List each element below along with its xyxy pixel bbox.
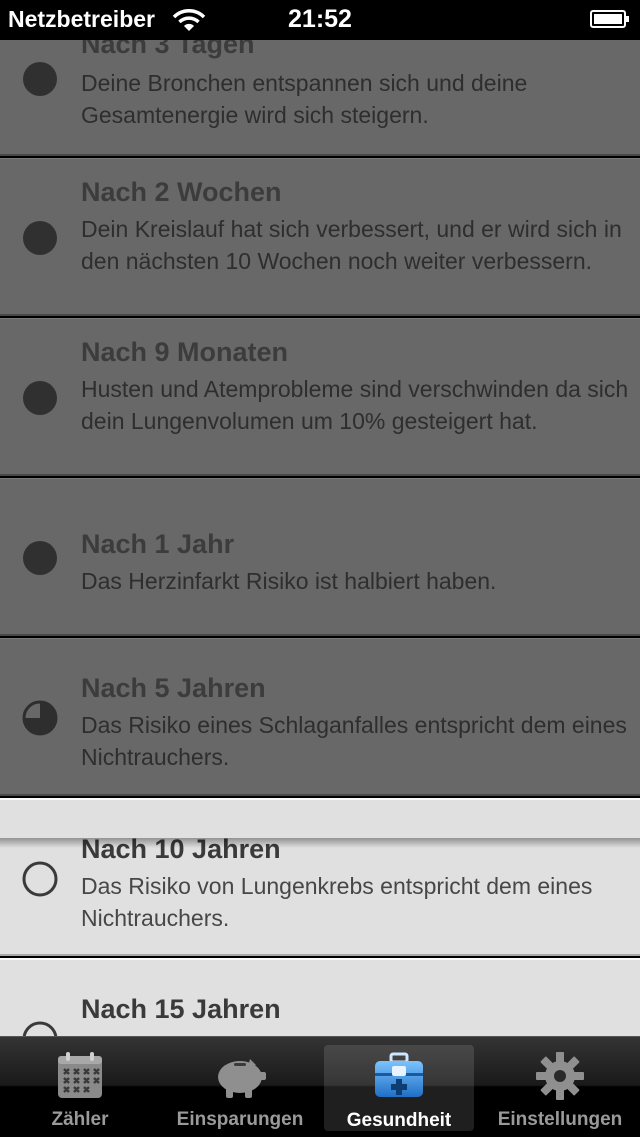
tab-einsparungen[interactable]: Einsparungen xyxy=(165,1037,315,1137)
piggy-bank-icon xyxy=(218,1059,266,1098)
tab-label: Gesundheit xyxy=(346,1110,452,1131)
tab-label: Einsparungen xyxy=(176,1109,304,1130)
milestone-description: Deine Bronchen entspannen sich und deine… xyxy=(81,70,528,128)
milestone-row[interactable]: Nach 9 Monaten Husten und Atemprobleme s… xyxy=(0,318,640,476)
status-dot-icon xyxy=(23,221,57,255)
status-time: 21:52 xyxy=(288,5,352,33)
milestone-title: Nach 5 Jahren xyxy=(81,673,266,703)
milestone-description: Husten und Atemprobleme sind verschwinde… xyxy=(81,376,629,434)
milestone-description: Das Herzinfarkt Risiko ist halbiert habe… xyxy=(81,568,497,594)
tab-label: Einstellungen xyxy=(497,1109,623,1130)
calendar-icon xyxy=(58,1052,102,1098)
empty-circle-icon xyxy=(22,1021,58,1036)
progress-pie-icon xyxy=(22,700,58,736)
milestone-title: Nach 9 Monaten xyxy=(81,337,289,367)
milestone-title: Nach 2 Wochen xyxy=(81,177,282,207)
milestone-description: Das Risiko von Lungenkrebs entspricht de… xyxy=(81,873,593,931)
gear-icon xyxy=(536,1052,584,1100)
milestone-row[interactable]: Nach 15 Jahren xyxy=(0,958,640,1036)
milestone-row[interactable]: Nach 5 Jahren Das Risiko eines Schlaganf… xyxy=(0,638,640,796)
status-dot-icon xyxy=(23,541,57,575)
status-bar: Netzbetreiber 21:52 xyxy=(0,0,640,40)
status-dot-icon xyxy=(23,62,57,96)
milestone-row[interactable]: Nach 2 Wochen Dein Kreislauf hat sich ve… xyxy=(0,158,640,316)
tab-zaehler[interactable]: Zähler xyxy=(5,1037,155,1137)
battery-icon xyxy=(590,10,629,28)
tab-einstellungen[interactable]: Einstellungen xyxy=(485,1037,635,1137)
first-aid-kit-icon xyxy=(375,1052,423,1097)
row-divider-shadow xyxy=(0,838,640,848)
milestone-title: Nach 1 Jahr xyxy=(81,529,235,559)
milestone-list[interactable]: Nach 3 Tagen Deine Bronchen entspannen s… xyxy=(0,40,640,1036)
tab-bar: Zähler Einsparungen Gesundheit Einstellu… xyxy=(0,1036,640,1137)
milestone-row[interactable]: Nach 3 Tagen Deine Bronchen entspannen s… xyxy=(0,40,640,156)
tab-gesundheit[interactable]: Gesundheit xyxy=(324,1045,474,1131)
milestone-row[interactable]: Nach 1 Jahr Das Herzinfarkt Risiko ist h… xyxy=(0,478,640,636)
milestone-title: Nach 3 Tagen xyxy=(81,40,255,59)
status-dot-icon xyxy=(23,381,57,415)
milestone-description: Dein Kreislauf hat sich verbessert, und … xyxy=(81,216,622,274)
tab-label: Zähler xyxy=(51,1109,109,1130)
milestone-description: Das Risiko eines Schlaganfalles entspric… xyxy=(81,712,627,770)
empty-circle-icon xyxy=(22,861,58,897)
milestone-title: Nach 15 Jahren xyxy=(81,994,281,1024)
milestone-row[interactable]: Nach 10 Jahren Das Risiko von Lungenkreb… xyxy=(0,798,640,956)
